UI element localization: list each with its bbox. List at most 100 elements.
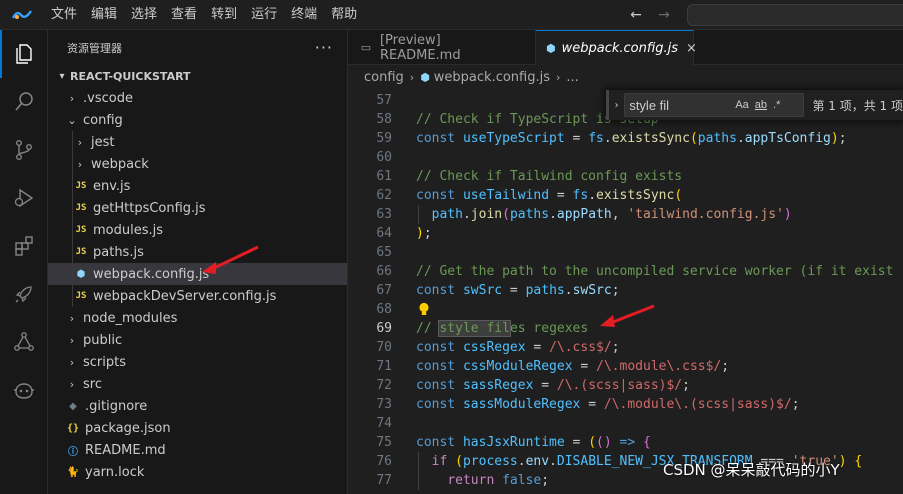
search-icon[interactable] bbox=[0, 78, 48, 126]
code-line[interactable]: 72 const sassRegex = /\.(scss|sass)$/; bbox=[348, 376, 903, 395]
tree-item-webpackdevserver-config-js[interactable]: JS webpackDevServer.config.js bbox=[48, 285, 347, 307]
menu-view[interactable]: 查看 bbox=[164, 0, 204, 30]
menu-terminal[interactable]: 终端 bbox=[284, 0, 324, 30]
tree-item-jest[interactable]: › jest bbox=[48, 131, 347, 153]
menu-selection[interactable]: 选择 bbox=[124, 0, 164, 30]
code-token: paths bbox=[509, 207, 550, 222]
code-token: , bbox=[611, 207, 628, 222]
toggle-replace-icon[interactable]: › bbox=[609, 100, 624, 111]
find-input[interactable] bbox=[629, 97, 730, 113]
search-match-highlight: style fil bbox=[438, 320, 511, 337]
code-text: ); bbox=[416, 224, 432, 243]
code-editor[interactable]: 57 58// Check if TypeScript is setup 59 con… bbox=[348, 89, 903, 494]
code-line[interactable]: 71 const cssModuleRegex = /\.module\.css$… bbox=[348, 357, 903, 376]
menu-file[interactable]: 文件 bbox=[44, 0, 84, 30]
code-token: ; bbox=[791, 397, 800, 412]
tree-item-env-js[interactable]: JS env.js bbox=[48, 175, 347, 197]
tree-item-readme-md[interactable]: ⓘ README.md bbox=[48, 439, 347, 461]
code-token: sassModuleRegex bbox=[462, 397, 581, 412]
code-token: . bbox=[564, 283, 573, 298]
find-result-count: 第 1 项，共 1 项 bbox=[812, 98, 903, 113]
code-line[interactable]: 74 bbox=[348, 414, 903, 433]
menu-edit[interactable]: 编辑 bbox=[84, 0, 124, 30]
tree-item-config[interactable]: ⌄ config bbox=[48, 109, 347, 131]
tree-item-src[interactable]: › src bbox=[48, 373, 347, 395]
line-number: 67 bbox=[376, 283, 392, 298]
line-number: 74 bbox=[376, 416, 392, 431]
forward-arrow-icon[interactable]: → bbox=[654, 7, 674, 23]
menu-run[interactable]: 运行 bbox=[244, 0, 284, 30]
code-line[interactable]: 63 path.join(paths.appPath, 'tailwind.co… bbox=[348, 205, 903, 224]
tree-item-modules-js[interactable]: JS modules.js bbox=[48, 219, 347, 241]
menu-help[interactable]: 帮助 bbox=[324, 0, 364, 30]
code-token: . bbox=[549, 207, 557, 222]
code-text: const useTypeScript = fs.existsSync(path… bbox=[416, 129, 847, 148]
webpack-file-icon: ⬢ bbox=[546, 41, 556, 55]
tab-label: [Preview] README.md bbox=[379, 32, 461, 63]
tab-readme-preview[interactable]: ▭ [Preview] README.md bbox=[348, 30, 536, 65]
lightbulb-icon[interactable] bbox=[418, 302, 430, 317]
menu-go[interactable]: 转到 bbox=[204, 0, 244, 30]
more-actions-icon[interactable]: ··· bbox=[315, 38, 333, 57]
whole-word-icon[interactable]: ab bbox=[755, 99, 767, 111]
code-line[interactable]: 60 bbox=[348, 148, 903, 167]
code-token: . bbox=[462, 207, 471, 222]
code-line[interactable]: 70 const cssRegex = /\.css$/; bbox=[348, 338, 903, 357]
rocket-icon[interactable] bbox=[0, 270, 48, 318]
tree-item-gitignore[interactable]: ◆ .gitignore bbox=[48, 395, 347, 417]
tree-item-gethttpsconfig-js[interactable]: JS getHttpsConfig.js bbox=[48, 197, 347, 219]
activity-bar bbox=[0, 30, 48, 494]
tree-item-label: .vscode bbox=[83, 90, 133, 106]
code-line[interactable]: 64); bbox=[348, 224, 903, 243]
code-line[interactable]: 67 const swSrc = paths.swSrc; bbox=[348, 281, 903, 300]
breadcrumb-folder[interactable]: config bbox=[364, 70, 404, 85]
file-tree: › .vscode ⌄ config › jest › webpack JS env.js JS ge… bbox=[48, 87, 347, 483]
tree-icon[interactable] bbox=[0, 318, 48, 366]
code-line[interactable]: 62 const useTailwind = fs.existsSync( bbox=[348, 186, 903, 205]
code-line[interactable]: 75 const hasJsxRuntime = (() => { bbox=[348, 433, 903, 452]
code-token: ( bbox=[455, 454, 463, 469]
code-line[interactable]: 66 // Get the path to the uncompiled serv… bbox=[348, 262, 903, 281]
chevron-right-icon: › bbox=[69, 91, 75, 105]
code-token: /\.(scss|sass)$/ bbox=[556, 378, 683, 393]
code-line[interactable]: 65 bbox=[348, 243, 903, 262]
tree-item-node-modules[interactable]: › node_modules bbox=[48, 307, 347, 329]
copilot-icon[interactable] bbox=[0, 366, 48, 414]
code-text: // Check if Tailwind config exists bbox=[416, 167, 682, 186]
tree-item-label: webpack bbox=[91, 156, 149, 172]
breadcrumb-file[interactable]: webpack.config.js bbox=[434, 70, 550, 85]
tree-item-yarn-lock[interactable]: 🐈 yarn.lock bbox=[48, 461, 347, 483]
code-token: ; bbox=[611, 340, 620, 355]
tree-item-label: webpack.config.js bbox=[93, 266, 210, 282]
match-case-icon[interactable]: Aa bbox=[735, 99, 748, 111]
code-token: ; bbox=[541, 473, 550, 488]
breadcrumb-symbols[interactable]: ... bbox=[566, 70, 578, 85]
tree-item-webpack[interactable]: › webpack bbox=[48, 153, 347, 175]
run-debug-icon[interactable] bbox=[0, 174, 48, 222]
tree-item-public[interactable]: › public bbox=[48, 329, 347, 351]
command-center-search[interactable] bbox=[687, 4, 903, 26]
close-icon[interactable]: × bbox=[686, 41, 697, 56]
source-control-icon[interactable] bbox=[0, 126, 48, 174]
tree-item-package-json[interactable]: {} package.json bbox=[48, 417, 347, 439]
back-arrow-icon[interactable]: ← bbox=[626, 7, 646, 23]
tab-webpack-config[interactable]: ⬢ webpack.config.js × bbox=[536, 30, 697, 65]
git-file-icon: ◆ bbox=[69, 400, 77, 412]
line-number: 59 bbox=[376, 131, 392, 146]
extensions-icon[interactable] bbox=[0, 222, 48, 270]
line-number: 61 bbox=[376, 169, 392, 184]
tree-item-label: node_modules bbox=[83, 310, 178, 326]
project-root[interactable]: ▾ REACT-QUICKSTART bbox=[48, 65, 347, 87]
line-number: 73 bbox=[376, 397, 392, 412]
tree-item-vscode[interactable]: › .vscode bbox=[48, 87, 347, 109]
line-number: 75 bbox=[376, 435, 392, 450]
explorer-icon[interactable] bbox=[0, 30, 48, 78]
code-line[interactable]: 73 const sassModuleRegex = /\.module\.(sc… bbox=[348, 395, 903, 414]
code-line[interactable]: 61 // Check if Tailwind config exists bbox=[348, 167, 903, 186]
regex-icon[interactable]: .* bbox=[773, 99, 780, 111]
code-token: // Get the path to the uncompiled servic… bbox=[416, 264, 894, 279]
tree-item-scripts[interactable]: › scripts bbox=[48, 351, 347, 373]
line-number: 77 bbox=[376, 473, 392, 488]
code-line[interactable]: 59 const useTypeScript = fs.existsSync(pa… bbox=[348, 129, 903, 148]
